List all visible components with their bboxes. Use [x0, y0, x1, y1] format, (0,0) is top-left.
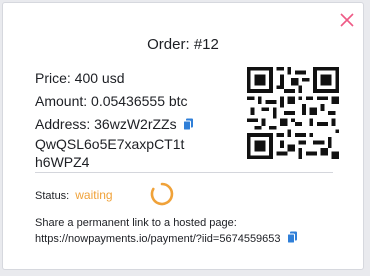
- address-line-1: Address: 36wzW2rZZs: [35, 116, 177, 132]
- divider: [35, 172, 333, 173]
- qr-code-icon: [247, 67, 339, 159]
- address-line-3: h6WPZ4: [35, 154, 90, 170]
- status-label: Status:: [35, 190, 70, 202]
- share-link-row: https://nowpayments.io/payment/?iid=5674…: [35, 231, 298, 249]
- close-icon[interactable]: [339, 12, 355, 28]
- price-text: Price: 400 usd: [35, 70, 125, 86]
- status-row: Status: waiting: [35, 188, 113, 202]
- order-modal: Order: #12 Price: 400 usd Amount: 0.0543…: [2, 2, 364, 270]
- order-title: Order: #12: [147, 36, 219, 53]
- copy-link-icon[interactable]: [286, 231, 298, 249]
- loading-spinner-icon: [150, 182, 174, 206]
- payment-link[interactable]: https://nowpayments.io/payment/?iid=5674…: [35, 233, 281, 245]
- address-block: Address: 36wzW2rZZs QwQSL6o5E7xaxpCT1t h…: [35, 115, 235, 171]
- status-value: waiting: [75, 188, 113, 202]
- amount-text: Amount: 0.05436555 btc: [35, 93, 188, 109]
- address-line-2: QwQSL6o5E7xaxpCT1t: [35, 136, 185, 152]
- share-text: Share a permanent link to a hosted page:: [35, 217, 237, 229]
- copy-address-icon[interactable]: [182, 117, 194, 135]
